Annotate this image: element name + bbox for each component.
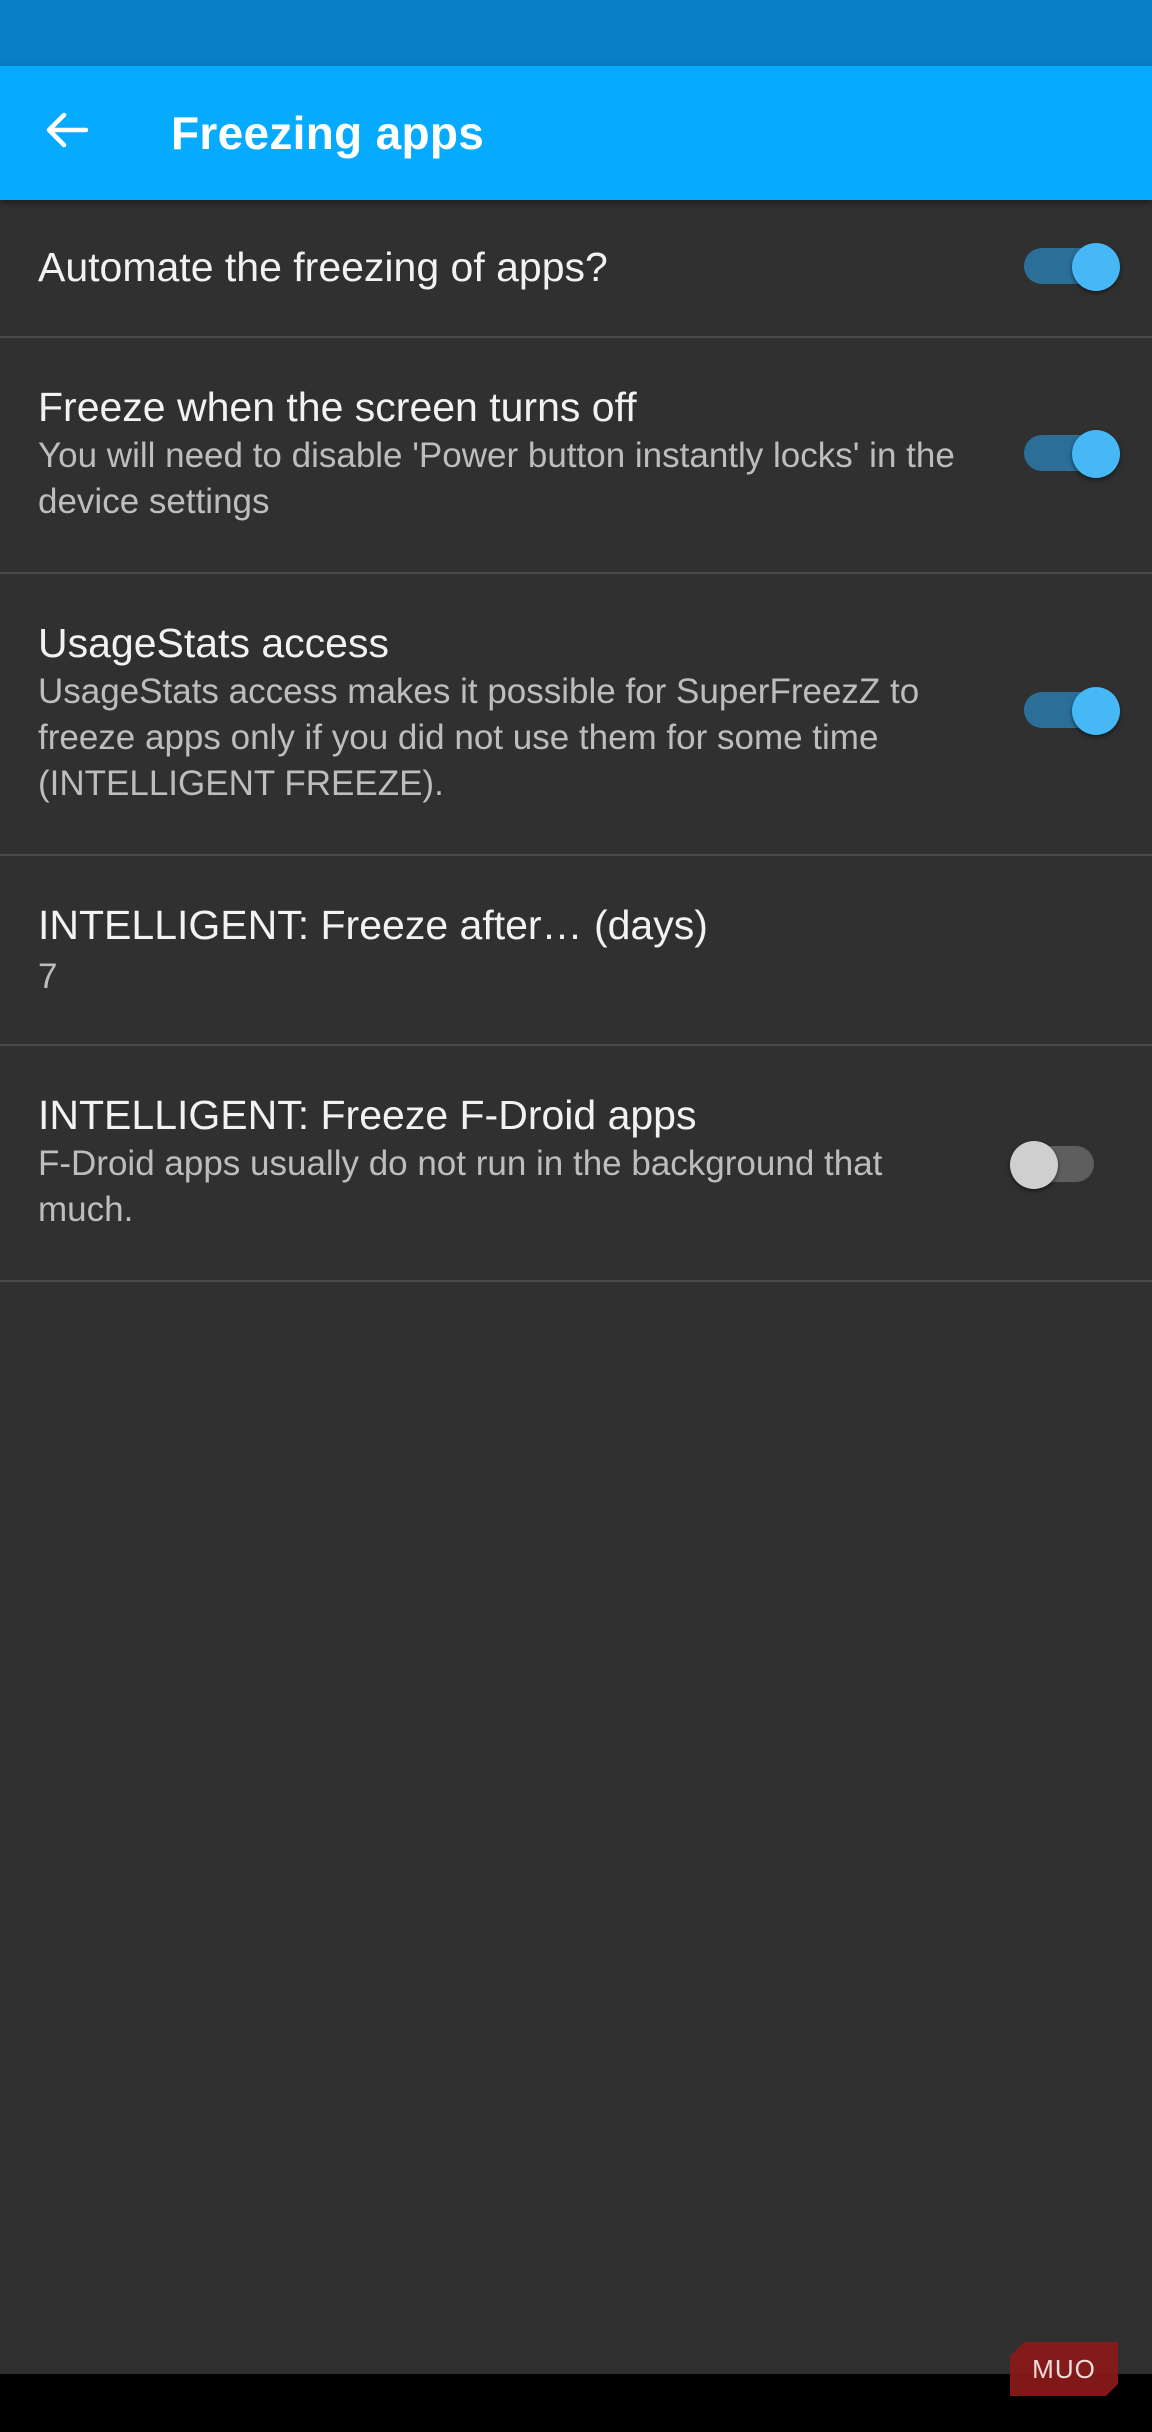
automate-freezing-switch[interactable] bbox=[1024, 238, 1120, 298]
app-bar: Freezing apps bbox=[0, 66, 1152, 200]
setting-summary: F-Droid apps usually do not run in the b… bbox=[38, 1144, 883, 1229]
setting-title: UsageStats access bbox=[38, 620, 389, 666]
freeze-fdroid-switch[interactable] bbox=[1010, 1136, 1106, 1196]
back-button[interactable] bbox=[30, 96, 102, 168]
setting-value: 7 bbox=[38, 957, 58, 996]
page-title: Freezing apps bbox=[171, 107, 485, 159]
settings-list: Automate the freezing of apps? Freeze wh… bbox=[0, 200, 1152, 1282]
watermark-logo: MUO bbox=[1010, 2342, 1118, 2396]
setting-title: INTELLIGENT: Freeze after… (days) bbox=[38, 902, 708, 948]
setting-freeze-after-days[interactable]: INTELLIGENT: Freeze after… (days) 7 bbox=[0, 856, 1152, 1046]
setting-summary: You will need to disable 'Power button i… bbox=[38, 436, 955, 521]
setting-usage-stats-access[interactable]: UsageStats access UsageStats access make… bbox=[0, 574, 1152, 856]
usage-stats-switch[interactable] bbox=[1024, 682, 1120, 742]
setting-title: INTELLIGENT: Freeze F-Droid apps bbox=[38, 1092, 697, 1138]
switch-thumb bbox=[1010, 1141, 1058, 1189]
setting-summary: UsageStats access makes it possible for … bbox=[38, 672, 920, 803]
setting-freeze-fdroid-apps[interactable]: INTELLIGENT: Freeze F-Droid apps F-Droid… bbox=[0, 1046, 1152, 1282]
switch-thumb bbox=[1072, 687, 1120, 735]
status-bar bbox=[0, 0, 1152, 66]
setting-title: Freeze when the screen turns off bbox=[38, 384, 637, 430]
watermark-text: MUO bbox=[1032, 2354, 1096, 2384]
arrow-back-icon bbox=[44, 110, 89, 155]
navigation-bar bbox=[0, 2374, 1152, 2432]
switch-thumb bbox=[1072, 243, 1120, 291]
setting-automate-freezing[interactable]: Automate the freezing of apps? bbox=[0, 200, 1152, 338]
freeze-screen-off-switch[interactable] bbox=[1024, 425, 1120, 485]
switch-thumb bbox=[1072, 430, 1120, 478]
setting-title: Automate the freezing of apps? bbox=[38, 244, 608, 290]
setting-freeze-screen-off[interactable]: Freeze when the screen turns off You wil… bbox=[0, 338, 1152, 574]
